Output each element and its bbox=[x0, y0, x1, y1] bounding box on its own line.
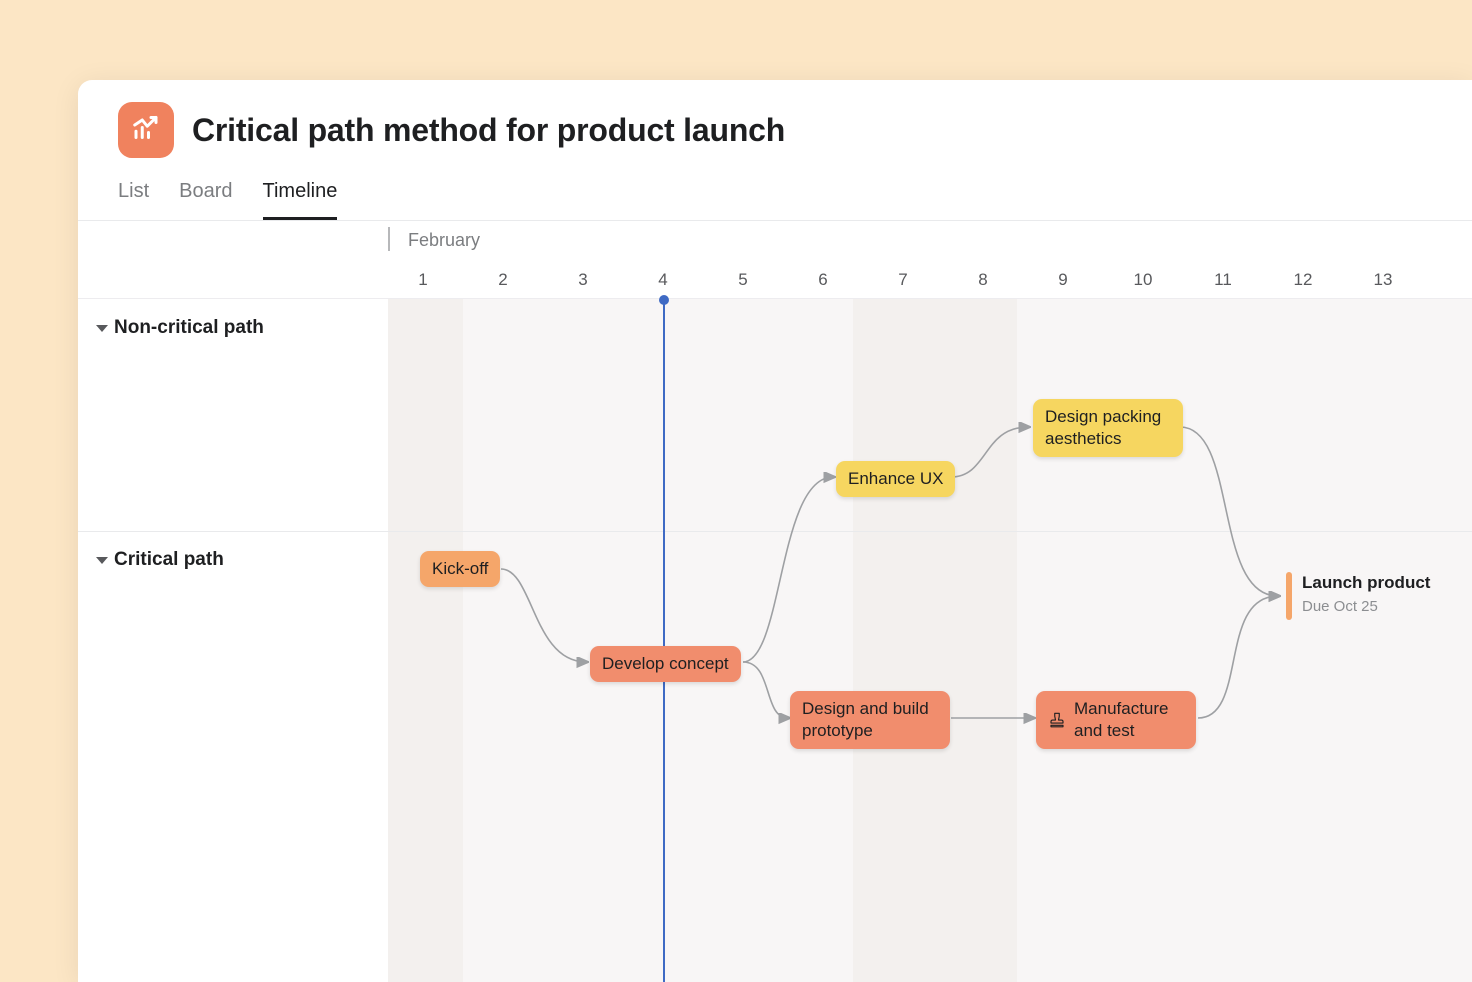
stamp-icon bbox=[1048, 711, 1066, 729]
today-dot-icon bbox=[659, 295, 669, 305]
day-header: 13 bbox=[1343, 261, 1423, 299]
task-manufacture-test[interactable]: Manufacture and test bbox=[1036, 691, 1196, 749]
weekend-shade bbox=[388, 299, 463, 982]
task-enhance-ux[interactable]: Enhance UX bbox=[836, 461, 955, 497]
lane-label: Non-critical path bbox=[114, 317, 264, 339]
month-tick bbox=[388, 227, 390, 251]
header: Critical path method for product launch … bbox=[78, 80, 1472, 220]
milestone-title: Launch product bbox=[1302, 572, 1430, 594]
month-label: February bbox=[408, 230, 480, 251]
lane-label: Critical path bbox=[114, 549, 224, 571]
project-icon-chart-growth bbox=[118, 102, 174, 158]
chart-growth-icon bbox=[131, 115, 161, 145]
task-kick-off[interactable]: Kick-off bbox=[420, 551, 500, 587]
milestone-launch-product[interactable]: Launch product Due Oct 25 bbox=[1286, 572, 1430, 620]
task-design-packing[interactable]: Design packing aesthetics bbox=[1033, 399, 1183, 457]
day-header: 2 bbox=[463, 261, 543, 299]
day-header: 3 bbox=[543, 261, 623, 299]
day-header: 7 bbox=[863, 261, 943, 299]
view-tabs: List Board Timeline bbox=[118, 172, 1432, 220]
task-design-build-prototype[interactable]: Design and build prototype bbox=[790, 691, 950, 749]
lane-toggle-critical[interactable]: Critical path bbox=[96, 549, 224, 571]
task-label: Kick-off bbox=[432, 558, 488, 580]
app-window: Critical path method for product launch … bbox=[78, 80, 1472, 982]
timeline-month-row: February bbox=[78, 221, 1472, 261]
task-label: Design packing aesthetics bbox=[1045, 406, 1171, 450]
task-develop-concept[interactable]: Develop concept bbox=[590, 646, 741, 682]
lane-toggle-non-critical[interactable]: Non-critical path bbox=[96, 317, 264, 339]
task-label: Manufacture and test bbox=[1074, 698, 1184, 742]
timeline-chart-body[interactable]: Non-critical path Critical path bbox=[78, 299, 1472, 982]
chevron-down-icon bbox=[96, 325, 108, 332]
day-header: 12 bbox=[1263, 261, 1343, 299]
tab-timeline[interactable]: Timeline bbox=[263, 172, 338, 220]
timeline-day-row: 1 2 3 4 5 6 7 8 9 10 11 12 13 bbox=[78, 261, 1472, 299]
task-label: Enhance UX bbox=[848, 468, 943, 490]
day-header: 11 bbox=[1183, 261, 1263, 299]
day-header: 9 bbox=[1023, 261, 1103, 299]
tab-board[interactable]: Board bbox=[179, 172, 232, 220]
timeline: February 1 2 3 4 5 6 7 8 9 10 11 12 13 bbox=[78, 220, 1472, 982]
task-label: Design and build prototype bbox=[802, 698, 938, 742]
day-header: 1 bbox=[383, 261, 463, 299]
today-marker bbox=[663, 299, 665, 982]
day-header: 4 bbox=[623, 261, 703, 299]
day-header: 5 bbox=[703, 261, 783, 299]
lane-divider bbox=[78, 531, 1472, 532]
milestone-bar-icon bbox=[1286, 572, 1292, 620]
day-header: 6 bbox=[783, 261, 863, 299]
day-header: 8 bbox=[943, 261, 1023, 299]
page-title: Critical path method for product launch bbox=[192, 112, 785, 149]
chevron-down-icon bbox=[96, 557, 108, 564]
milestone-due: Due Oct 25 bbox=[1302, 598, 1430, 615]
task-label: Develop concept bbox=[602, 653, 729, 675]
tab-list[interactable]: List bbox=[118, 172, 149, 220]
weekend-shade bbox=[853, 299, 1017, 982]
day-header: 10 bbox=[1103, 261, 1183, 299]
